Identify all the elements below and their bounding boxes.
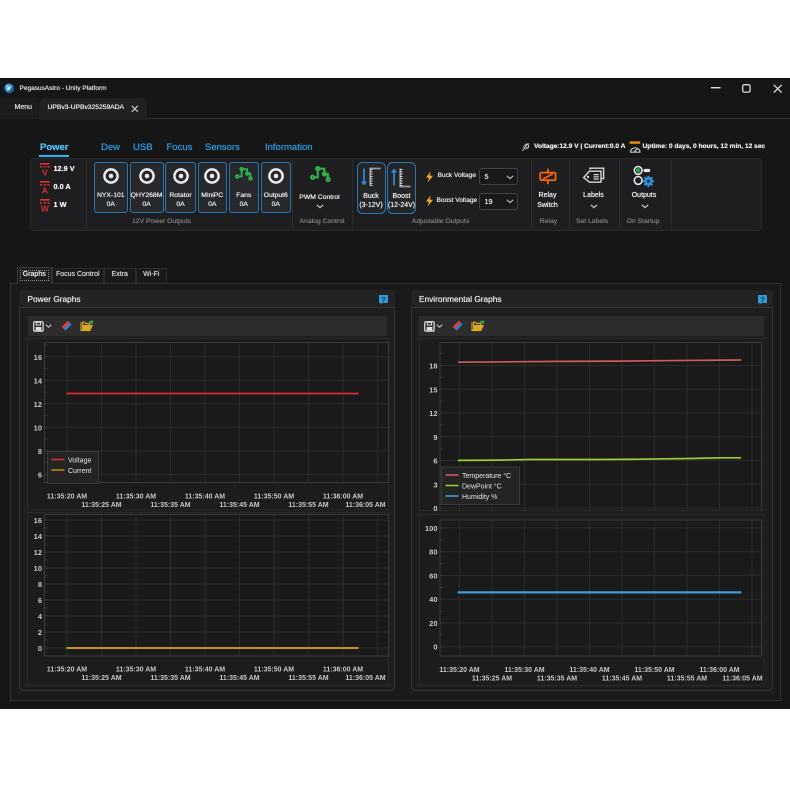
- svg-text:6: 6: [433, 456, 437, 465]
- svg-text:11:36:05 AM: 11:36:05 AM: [722, 675, 762, 682]
- svg-text:8: 8: [37, 580, 41, 589]
- svg-text:11:35:25 AM: 11:35:25 AM: [471, 675, 511, 682]
- svg-text:12: 12: [429, 409, 437, 418]
- svg-text:60: 60: [429, 571, 437, 580]
- svg-text:3: 3: [433, 480, 437, 489]
- svg-text:18: 18: [429, 361, 437, 370]
- svg-text:11:35:45 AM: 11:35:45 AM: [219, 501, 259, 508]
- svg-text:16: 16: [33, 516, 41, 525]
- svg-text:Current: Current: [68, 467, 91, 474]
- svg-text:11:35:55 AM: 11:35:55 AM: [666, 675, 706, 682]
- svg-text:11:35:25 AM: 11:35:25 AM: [81, 675, 121, 682]
- svg-text:0: 0: [433, 504, 437, 511]
- svg-text:?: ?: [381, 295, 386, 304]
- svg-text:11:35:35 AM: 11:35:35 AM: [150, 675, 190, 682]
- svg-text:0: 0: [37, 644, 41, 653]
- svg-text:Voltage: Voltage: [68, 457, 91, 464]
- svg-text:11:35:20 AM: 11:35:20 AM: [46, 493, 86, 500]
- svg-text:11:36:00 AM: 11:36:00 AM: [699, 667, 739, 674]
- svg-text:10: 10: [33, 423, 41, 432]
- svg-text:11:36:05 AM: 11:36:05 AM: [345, 675, 385, 682]
- svg-text:16: 16: [33, 352, 41, 361]
- svg-text:11:35:45 AM: 11:35:45 AM: [219, 675, 259, 682]
- svg-text:11:35:40 AM: 11:35:40 AM: [184, 493, 224, 500]
- svg-text:9: 9: [433, 432, 437, 441]
- svg-text:0: 0: [433, 643, 437, 652]
- svg-text:8: 8: [37, 446, 41, 455]
- svg-text:2: 2: [37, 628, 41, 637]
- svg-text:11:35:55 AM: 11:35:55 AM: [288, 675, 328, 682]
- svg-text:11:35:20 AM: 11:35:20 AM: [439, 667, 479, 674]
- svg-text:40: 40: [429, 595, 437, 604]
- svg-text:DewPoint °C: DewPoint °C: [462, 482, 502, 490]
- svg-text:14: 14: [33, 376, 42, 385]
- svg-text:11:36:05 AM: 11:36:05 AM: [345, 501, 385, 508]
- svg-text:11:35:35 AM: 11:35:35 AM: [536, 675, 576, 682]
- svg-text:11:35:20 AM: 11:35:20 AM: [46, 666, 86, 673]
- svg-text:14: 14: [33, 532, 42, 541]
- svg-text:6: 6: [37, 470, 41, 479]
- svg-text:11:35:55 AM: 11:35:55 AM: [288, 501, 328, 508]
- svg-text:11:35:50 AM: 11:35:50 AM: [634, 667, 674, 674]
- svg-text:11:35:30 AM: 11:35:30 AM: [115, 493, 155, 500]
- svg-text:V: V: [41, 167, 47, 176]
- svg-text:80: 80: [429, 548, 437, 557]
- svg-text:11:35:50 AM: 11:35:50 AM: [253, 493, 293, 500]
- svg-text:11:35:25 AM: 11:35:25 AM: [81, 501, 121, 508]
- svg-text:11:36:00 AM: 11:36:00 AM: [322, 666, 362, 673]
- svg-text:Humidity %: Humidity %: [462, 493, 497, 500]
- svg-text:11:35:35 AM: 11:35:35 AM: [150, 501, 190, 508]
- svg-text:20: 20: [429, 619, 437, 628]
- svg-text:11:35:45 AM: 11:35:45 AM: [601, 675, 641, 682]
- svg-text:11:36:00 AM: 11:36:00 AM: [322, 493, 362, 500]
- svg-text:11:35:30 AM: 11:35:30 AM: [504, 667, 544, 674]
- svg-text:11:35:40 AM: 11:35:40 AM: [184, 666, 224, 673]
- svg-text:15: 15: [429, 385, 437, 394]
- svg-text:?: ?: [760, 295, 765, 304]
- svg-text:100: 100: [424, 524, 437, 533]
- svg-text:11:35:50 AM: 11:35:50 AM: [253, 666, 293, 673]
- svg-text:Temperature °C: Temperature °C: [462, 471, 511, 479]
- svg-text:11:35:40 AM: 11:35:40 AM: [569, 667, 609, 674]
- svg-text:6: 6: [37, 596, 41, 605]
- svg-text:12: 12: [33, 548, 41, 557]
- svg-text:12: 12: [33, 399, 41, 408]
- svg-text:11:35:30 AM: 11:35:30 AM: [115, 666, 155, 673]
- svg-text:10: 10: [33, 564, 41, 573]
